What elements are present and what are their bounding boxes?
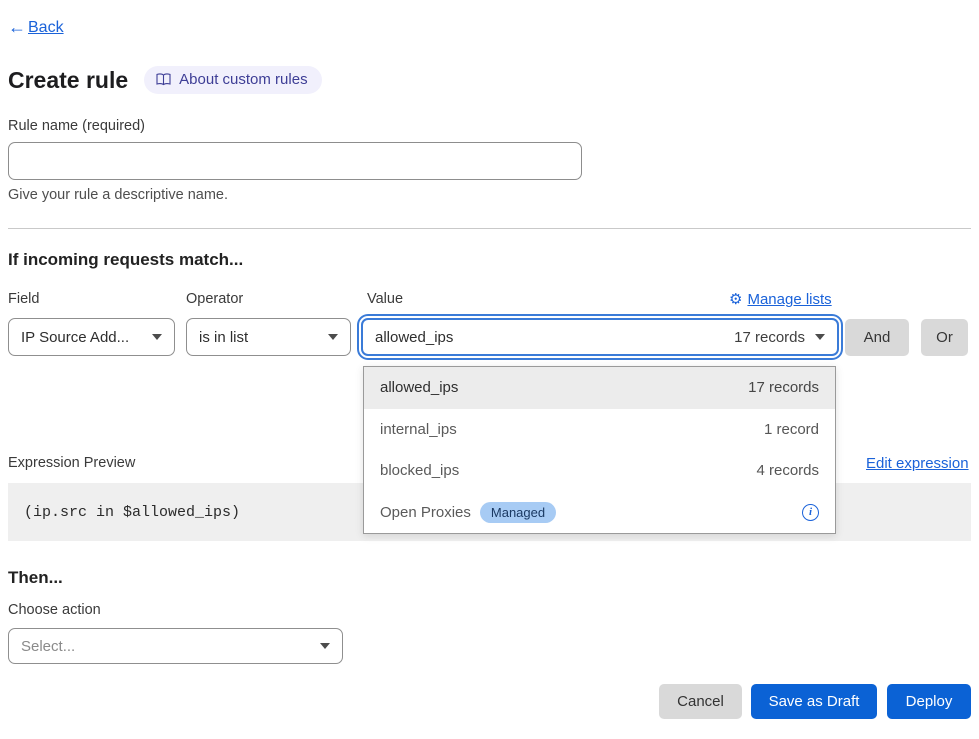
and-button[interactable]: And <box>845 319 909 356</box>
edit-expression-link[interactable]: Edit expression <box>866 455 969 472</box>
field-label: Field <box>8 291 39 307</box>
cancel-button[interactable]: Cancel <box>659 684 742 719</box>
list-item-records: 1 record <box>764 421 819 438</box>
list-item-internal-ips[interactable]: internal_ips 1 record <box>364 409 835 451</box>
operator-select[interactable]: is in list <box>186 318 351 356</box>
chevron-down-icon <box>328 334 338 340</box>
value-select[interactable]: allowed_ips 17 records <box>361 318 839 356</box>
action-select-placeholder: Select... <box>21 638 310 655</box>
list-item-name: internal_ips <box>380 421 457 438</box>
about-badge-label: About custom rules <box>179 71 307 88</box>
expression-preview-label: Expression Preview <box>8 455 135 471</box>
list-item-name: blocked_ips <box>380 462 459 479</box>
choose-action-label: Choose action <box>8 602 101 618</box>
manage-lists-link[interactable]: ⚙ Manage lists <box>729 290 832 308</box>
about-custom-rules-link[interactable]: About custom rules <box>144 66 321 94</box>
gear-icon: ⚙ <box>729 290 742 308</box>
list-item-name: Open Proxies <box>380 504 471 521</box>
expression-code: (ip.src in $allowed_ips) <box>24 504 240 521</box>
field-select[interactable]: IP Source Add... <box>8 318 175 356</box>
chevron-down-icon <box>815 334 825 340</box>
list-item-allowed-ips[interactable]: allowed_ips 17 records <box>364 367 835 409</box>
or-button[interactable]: Or <box>921 319 968 356</box>
info-icon[interactable]: i <box>802 504 819 521</box>
value-select-records: 17 records <box>734 329 805 346</box>
operator-label: Operator <box>186 291 243 307</box>
managed-badge: Managed <box>480 502 556 523</box>
chevron-down-icon <box>320 643 330 649</box>
deploy-button[interactable]: Deploy <box>887 684 971 719</box>
manage-lists-label: Manage lists <box>747 291 831 308</box>
back-link-label: Back <box>28 19 64 37</box>
field-select-value: IP Source Add... <box>21 329 142 346</box>
page-title: Create rule <box>8 67 128 94</box>
action-select[interactable]: Select... <box>8 628 343 664</box>
then-section-heading: Then... <box>8 568 63 588</box>
list-item-blocked-ips[interactable]: blocked_ips 4 records <box>364 450 835 492</box>
value-select-value: allowed_ips <box>375 329 453 346</box>
rule-name-helper: Give your rule a descriptive name. <box>8 187 228 203</box>
rule-name-input[interactable] <box>8 142 582 180</box>
list-item-name: allowed_ips <box>380 379 458 396</box>
chevron-down-icon <box>152 334 162 340</box>
back-arrow-icon: ← <box>8 17 26 38</box>
operator-select-value: is in list <box>199 329 318 346</box>
title-row: Create rule About custom rules <box>8 66 322 94</box>
book-icon <box>156 73 171 86</box>
save-as-draft-button[interactable]: Save as Draft <box>751 684 877 719</box>
list-item-open-proxies[interactable]: Open Proxies Managed i <box>364 492 835 534</box>
rule-name-label: Rule name (required) <box>8 118 145 134</box>
list-dropdown-menu: allowed_ips 17 records internal_ips 1 re… <box>363 366 836 534</box>
section-divider <box>8 228 971 229</box>
match-section-heading: If incoming requests match... <box>8 250 243 270</box>
list-item-records: 17 records <box>748 379 819 396</box>
value-label: Value <box>367 291 403 307</box>
back-link[interactable]: ←Back <box>8 17 64 38</box>
list-item-records: 4 records <box>756 462 819 479</box>
